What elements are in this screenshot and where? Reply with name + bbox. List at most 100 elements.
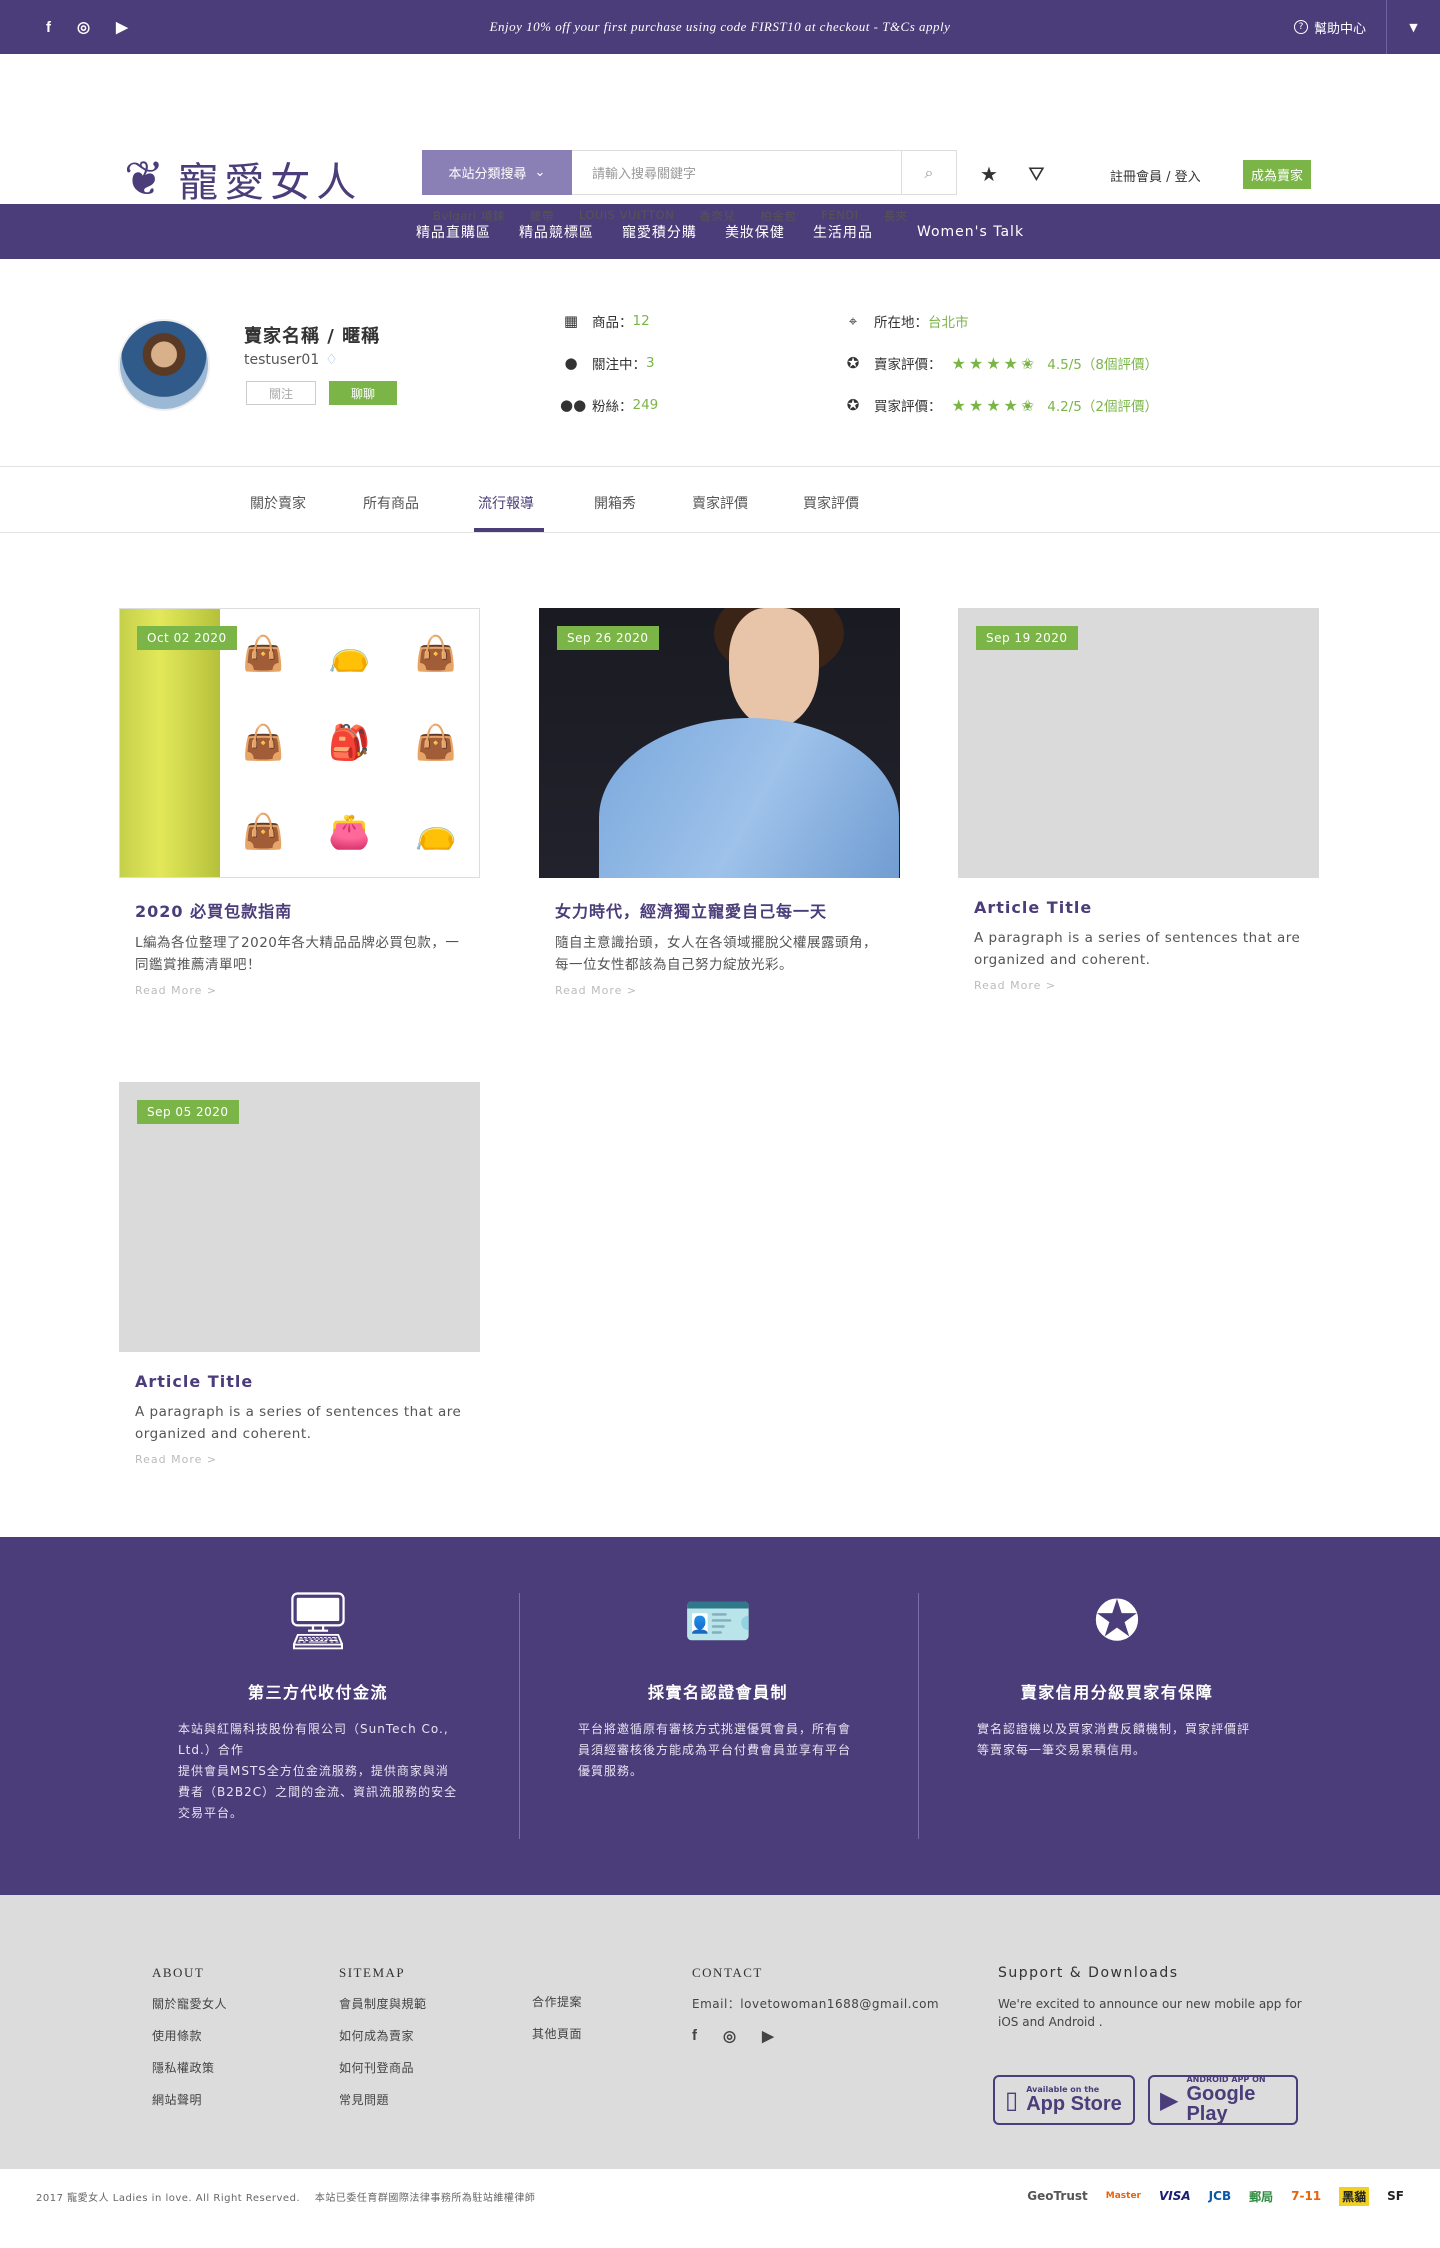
shopping-bag-icon[interactable]: ⛛ [1028,162,1045,186]
avatar [118,319,210,411]
footer-link[interactable]: 其他頁面 [532,2025,582,2042]
app-store-text: Available on the App Store [1026,2086,1122,2115]
stat-label: 關注中： [592,357,646,373]
footer-heading: CONTACT [692,1965,763,1980]
article-card[interactable]: Sep 19 2020 Article Title A paragraph is… [958,608,1319,992]
stat-label: 粉絲： [592,399,633,415]
tab-about-seller[interactable]: 關於賣家 [250,493,306,513]
chat-button[interactable]: 聊聊 [329,381,397,405]
app-store-badge[interactable]: ▯ Available on the App Store [993,2075,1135,2125]
footer-link[interactable]: 關於寵愛女人 [152,1995,227,2012]
stat-following: ● 關注中： 3 [560,353,654,373]
help-center-link[interactable]: ? 幫助中心 [1293,18,1366,37]
star-icon[interactable]: ★ [980,162,998,186]
award-icon: ✪ [846,354,860,372]
hot-keyword[interactable]: FENDI [821,208,858,224]
read-more-link[interactable]: Read More > [555,984,884,997]
nav-item[interactable]: 美妝保健 [711,222,799,242]
award-icon: ✪ [846,396,860,414]
article-card[interactable]: Sep 26 2020 女力時代，經濟獨立寵愛自己每一天 隨自主意識抬頭，女人在… [539,608,900,997]
nav-item[interactable]: 精品直購區 [402,222,505,242]
handbag-icon: 👜 [414,722,457,763]
feature-payment: 🖥 第三方代收付金流 本站與紅陽科技股份有限公司（SunTech Co., Lt… [178,1587,458,1824]
google-play-badge[interactable]: ▶ ANDROID APP ON Google Play [1148,2075,1298,2125]
facebook-icon[interactable]: f [692,2027,697,2045]
hot-keyword[interactable]: 長夾 [884,208,908,224]
hot-keyword[interactable]: Bvlgari 項鍊 [433,208,505,224]
search-category-select[interactable]: 本站分類搜尋 ⌄ [422,150,572,195]
top-bar: f ◎ ▶ Enjoy 10% off your first purchase … [0,0,1440,54]
tab-trend-report[interactable]: 流行報導 [478,493,534,513]
article-title[interactable]: 女力時代，經濟獨立寵愛自己每一天 [555,898,884,922]
visa-logo: VISA [1158,2189,1191,2203]
tab-all-products[interactable]: 所有商品 [363,493,419,513]
star-badge-icon: ✪ [1093,1589,1141,1654]
footer-link[interactable]: 如何刊登商品 [339,2059,427,2076]
nav-item[interactable]: Women's Talk [887,224,1038,240]
geotrust-logo: GeoTrust [1027,2189,1088,2203]
search-input[interactable]: 請輸入搜尋關鍵字 [572,150,902,195]
stat-value: 4.2/5（2個評價） [1047,399,1158,415]
read-more-link[interactable]: Read More > [135,1453,464,1466]
article-title[interactable]: Article Title [135,1372,464,1391]
logo[interactable]: ❦ 寵愛女人 [124,150,362,208]
footer-link[interactable]: 會員制度與規範 [339,1995,427,2012]
tab-buyer-reviews[interactable]: 買家評價 [803,493,859,513]
handbag-icon: 👜 [414,633,457,674]
article-card[interactable]: Sep 05 2020 Article Title A paragraph is… [119,1082,480,1466]
dropdown-toggle[interactable]: ▼ [1386,0,1440,54]
footer-heading: ABOUT [152,1965,205,1980]
stat-fans: ●● 粉絲： 249 [560,395,658,415]
footer-heading: Support & Downloads [998,1965,1179,1981]
stat-location: ⌖ 所在地： 台北市 [842,311,969,331]
feature-title: 第三方代收付金流 [247,1683,388,1702]
stat-label: 商品： [592,315,633,331]
footer-link[interactable]: 常見問題 [339,2091,427,2108]
question-icon: ? [1293,20,1308,34]
footer-link[interactable]: 使用條款 [152,2027,227,2044]
footer-link[interactable]: 隱私權政策 [152,2059,227,2076]
stat-label: 買家評價： [874,399,942,415]
nav-item[interactable]: 精品競標區 [505,222,608,242]
hot-keywords: Bvlgari 項鍊 腰帶 LOUIS VUITTON 香奈兒 柏金包 FEND… [433,208,908,224]
tab-seller-reviews[interactable]: 賣家評價 [692,493,748,513]
hot-keyword[interactable]: 柏金包 [760,208,796,224]
search-placeholder: 請輸入搜尋關鍵字 [592,167,697,182]
feature-verified: 🪪 採實名認證會員制 平台將邀循原有審核方式挑選優質會員，所有會員須經審核後方能… [578,1587,858,1782]
read-more-link[interactable]: Read More > [974,979,1303,992]
nav-item[interactable]: 生活用品 [799,222,887,242]
location-pin-icon: ⌖ [848,312,858,330]
follow-button[interactable]: 關注 [246,381,316,405]
become-seller-button[interactable]: 成為賣家 [1243,160,1312,189]
hot-keyword[interactable]: LOUIS VUITTON [579,208,675,224]
footer-link[interactable]: 合作提案 [532,1993,582,2010]
header-icons: ★ ⛛ [980,162,1045,186]
stat-value: 12 [632,313,650,329]
article-card[interactable]: 👜 👝 👜 👜 🎒 👜 👜 👛 👝 Oct 02 2020 2020 必買包款指… [119,608,480,997]
nav-item[interactable]: 寵愛積分購 [608,222,711,242]
handbag-icon: 👜 [241,812,285,853]
footer-link[interactable]: 網站聲明 [152,2091,227,2108]
feature-desc: 本站與紅陽科技股份有限公司（SunTech Co., Ltd.）合作 提供會員M… [178,1722,458,1820]
date-badge: Sep 26 2020 [557,626,659,650]
login-link[interactable]: 註冊會員 / 登入 [1110,166,1201,185]
read-more-link[interactable]: Read More > [135,984,464,997]
user-icon: ● [564,354,578,372]
search-button[interactable]: ⌕ [902,150,957,195]
youtube-icon[interactable]: ▶ [762,2027,774,2045]
badge-big-text: App Store [1026,2093,1122,2115]
hot-keyword[interactable]: 腰帶 [530,208,554,224]
footer-link[interactable]: 如何成為賣家 [339,2027,427,2044]
article-desc: A paragraph is a series of sentences tha… [974,930,1301,968]
article-title[interactable]: 2020 必買包款指南 [135,898,464,922]
article-grid: 👜 👝 👜 👜 🎒 👜 👜 👛 👝 Oct 02 2020 2020 必買包款指… [0,533,1440,1537]
hot-keyword[interactable]: 香奈兒 [699,208,735,224]
copyright: 2017 寵愛女人 Ladies in love. All Right Rese… [36,2192,536,2204]
tab-unboxing[interactable]: 開箱秀 [594,493,636,513]
instagram-icon[interactable]: ◎ [723,2027,736,2045]
stat-label: 所在地： [874,315,928,331]
article-title[interactable]: Article Title [974,898,1303,917]
stat-buyer-rating: ✪ 買家評價： ★★★★✬ 4.2/5（2個評價） [842,395,1158,416]
handbag-icon: 👛 [328,812,371,853]
contact-email[interactable]: Email：lovetowoman1688@gmail.com [692,1995,939,2012]
